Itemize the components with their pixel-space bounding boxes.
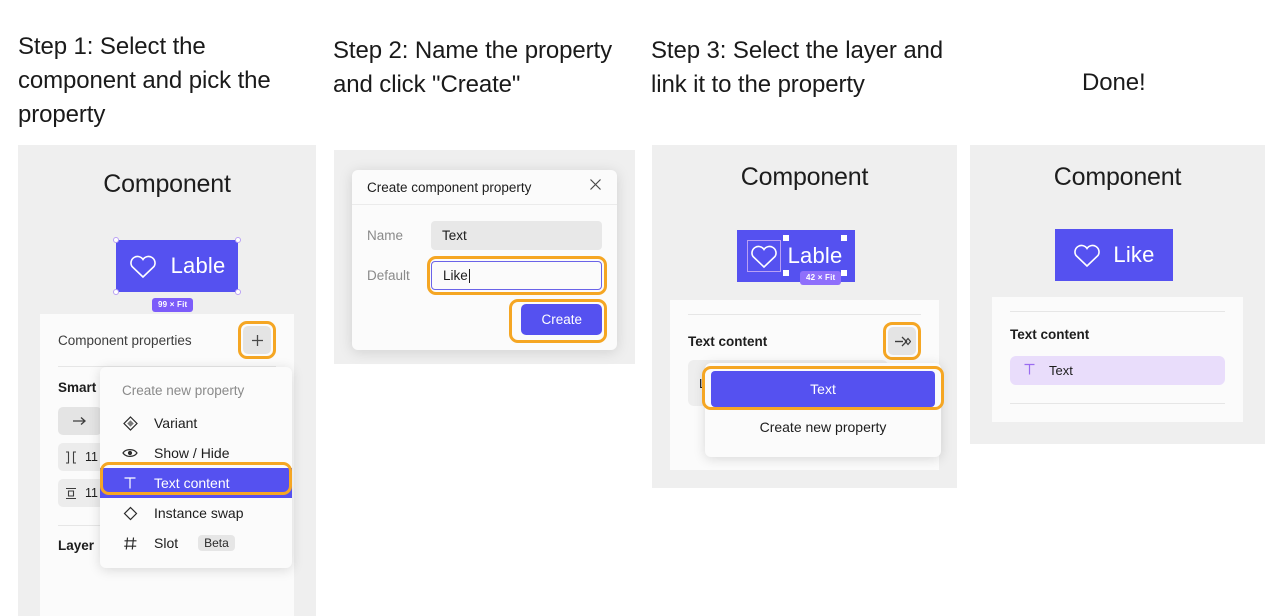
name-input-value: Text bbox=[442, 228, 467, 243]
resize-handle-tr[interactable] bbox=[235, 237, 241, 243]
layer-label: Layer bbox=[58, 537, 95, 553]
panel3-size-badge: 42 × Fit bbox=[800, 271, 842, 285]
plus-icon bbox=[251, 334, 263, 346]
resize-handle-br[interactable] bbox=[235, 289, 241, 295]
panel1-like-button[interactable]: Lable bbox=[116, 240, 238, 292]
panel1-component-title: Component bbox=[103, 170, 231, 198]
instance-swap-diamond-icon bbox=[122, 506, 138, 521]
dialog-body: Name Text Default Like Create bbox=[352, 205, 617, 350]
text-t-icon bbox=[122, 476, 138, 490]
text-handle-tl[interactable] bbox=[782, 235, 789, 241]
step-4-heading: Done! bbox=[1082, 69, 1146, 96]
heart-icon bbox=[129, 255, 156, 278]
text-property-pill-label: Text bbox=[1049, 363, 1073, 378]
panel1-size-badge: 99 × Fit bbox=[152, 298, 194, 312]
horizontal-gap-value: 11 bbox=[85, 450, 98, 464]
hash-slot-icon bbox=[122, 536, 138, 551]
close-icon bbox=[590, 179, 601, 190]
menu-item-slot[interactable]: Slot Beta bbox=[100, 528, 292, 558]
panel3-selection-frame: Lable 42 × Fit bbox=[737, 230, 855, 285]
text-caret bbox=[468, 268, 470, 283]
step-1-heading: Step 1: Select the component and pick th… bbox=[18, 33, 271, 128]
text-property-pill[interactable]: Text bbox=[1010, 356, 1225, 385]
default-input[interactable]: Like bbox=[431, 261, 602, 290]
arrow-right-icon bbox=[73, 417, 86, 425]
horizontal-gap-icon bbox=[66, 450, 76, 464]
apply-property-icon bbox=[894, 336, 911, 346]
create-property-menu: Create new property Variant Show / Hide … bbox=[100, 367, 292, 568]
panel1-selection-frame: Lable 99 × Fit bbox=[113, 237, 241, 312]
menu-title: Create new property bbox=[122, 383, 245, 398]
panel1-button-label: Lable bbox=[170, 253, 226, 278]
heart-icon bbox=[1074, 244, 1101, 267]
vertical-padding-value: 11 bbox=[85, 486, 98, 500]
menu-item-label: Text content bbox=[154, 475, 230, 491]
layout-direction-button[interactable] bbox=[58, 407, 102, 435]
panel4-button-label: Like bbox=[1113, 242, 1155, 267]
component-properties-label: Component properties bbox=[58, 332, 192, 348]
panel3-text-layer[interactable]: Lable bbox=[782, 235, 848, 276]
add-property-highlight bbox=[238, 321, 276, 359]
panel4-text-content-row: Text content bbox=[992, 312, 1243, 356]
text-content-label: Text content bbox=[688, 333, 768, 349]
panel4-property-pill-wrap: Text bbox=[992, 356, 1243, 385]
menu-item-show-hide[interactable]: Show / Hide bbox=[100, 438, 292, 468]
panel3-component-title: Component bbox=[740, 163, 869, 191]
default-field-row: Default Like bbox=[367, 256, 607, 295]
step-3-heading: Step 3: Select the layer and link it to … bbox=[651, 37, 944, 98]
text-handle-tr[interactable] bbox=[841, 235, 848, 241]
step-2-heading: Step 2: Name the property and click "Cre… bbox=[333, 37, 612, 98]
menu-item-text-content[interactable]: Text content bbox=[100, 468, 292, 498]
resize-handle-tl[interactable] bbox=[113, 237, 119, 243]
default-field-label: Default bbox=[367, 268, 410, 283]
dialog-actions: Create bbox=[367, 299, 607, 343]
panel3-button-label: Lable bbox=[787, 243, 843, 268]
panel-step-3: Component Lable 42 × Fit Text content Te… bbox=[652, 145, 957, 488]
slot-beta-badge: Beta bbox=[198, 535, 235, 551]
menu-item-create-new-property[interactable]: Create new property bbox=[705, 407, 941, 447]
menu-item-label: Instance swap bbox=[154, 505, 244, 521]
create-component-property-dialog: Create component property Name Text Defa… bbox=[352, 170, 617, 350]
default-input-value: Like bbox=[443, 268, 468, 283]
dialog-title: Create component property bbox=[367, 179, 532, 195]
apply-property-highlight bbox=[883, 322, 921, 360]
eye-icon bbox=[122, 447, 138, 459]
panel-step-1: Component Lable 99 × Fit Component prope… bbox=[18, 145, 316, 616]
menu-item-label: Create new property bbox=[759, 419, 887, 435]
panel4-like-button[interactable]: Like bbox=[1055, 229, 1173, 281]
add-property-button[interactable] bbox=[243, 326, 271, 354]
resize-handle-bl[interactable] bbox=[113, 289, 119, 295]
text-handle-br[interactable] bbox=[841, 270, 848, 276]
menu-item-label: Slot bbox=[154, 535, 179, 551]
tutorial-graphic: Step 1: Select the component and pick th… bbox=[0, 0, 1280, 616]
menu-item-label: Show / Hide bbox=[154, 445, 230, 461]
name-input[interactable]: Text bbox=[431, 221, 602, 250]
text-t-icon bbox=[1023, 363, 1036, 379]
heart-layer-outline bbox=[746, 239, 781, 272]
name-field-label: Name bbox=[367, 228, 404, 243]
panel4-component-title: Component bbox=[1053, 163, 1182, 191]
menu-item-variant[interactable]: Variant bbox=[100, 408, 292, 438]
panel4-divider-2 bbox=[1010, 403, 1225, 404]
create-button[interactable]: Create bbox=[521, 304, 602, 335]
panel1-component-properties-row: Component properties bbox=[40, 314, 294, 366]
menu-item-label: Text bbox=[810, 381, 836, 397]
variant-diamond-icon bbox=[122, 415, 138, 431]
panel4-inspector-card: Text content Text bbox=[992, 297, 1243, 422]
dialog-header: Create component property bbox=[352, 170, 617, 205]
text-handle-bl[interactable] bbox=[782, 270, 789, 276]
panel-step-4: Component Like Text content Text bbox=[970, 145, 1265, 444]
close-button[interactable] bbox=[589, 178, 602, 196]
vertical-padding-icon bbox=[66, 487, 76, 499]
menu-item-label: Variant bbox=[154, 415, 198, 431]
apply-property-button[interactable] bbox=[888, 327, 916, 355]
text-content-label: Text content bbox=[1010, 326, 1090, 342]
panel3-property-menu: Text Create new property bbox=[705, 363, 941, 457]
name-field-row: Name Text bbox=[367, 221, 602, 250]
menu-item-text[interactable]: Text bbox=[711, 371, 935, 407]
panel3-heart-wrap bbox=[746, 239, 781, 272]
menu-item-instance-swap[interactable]: Instance swap bbox=[100, 498, 292, 528]
